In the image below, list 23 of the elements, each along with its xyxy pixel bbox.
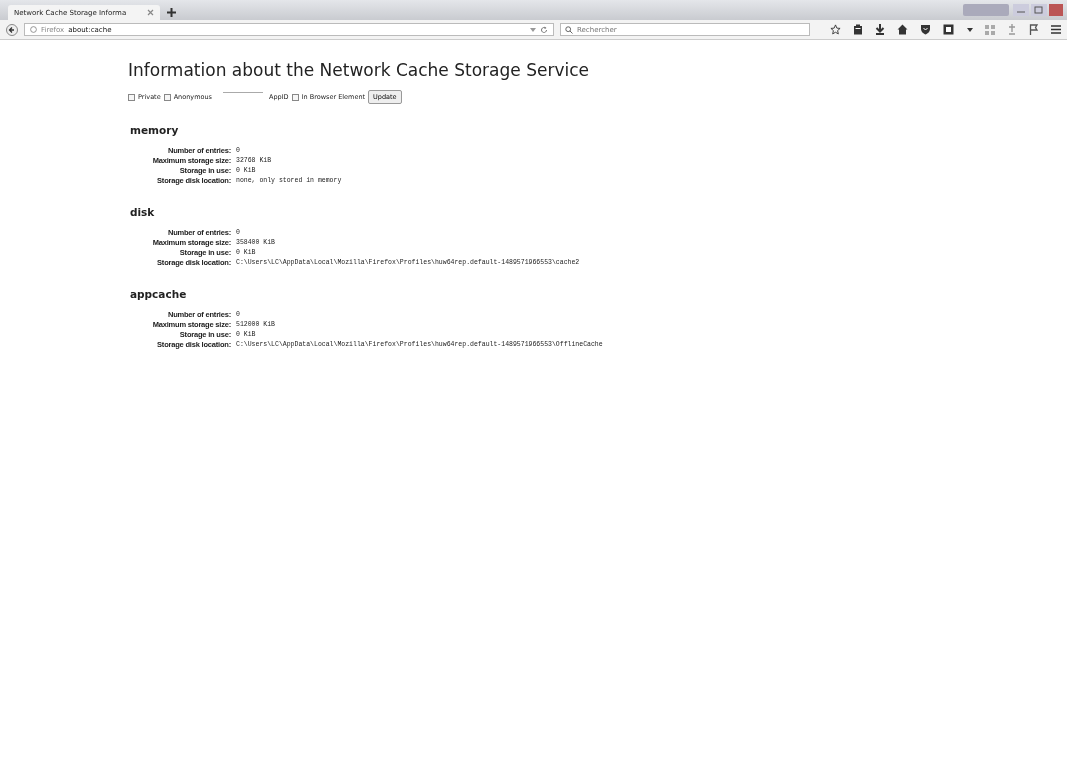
flag-icon[interactable] — [1028, 24, 1039, 35]
new-tab-icon[interactable] — [166, 7, 177, 18]
close-icon[interactable] — [147, 9, 154, 16]
section-heading: appcache — [130, 288, 188, 300]
download-icon[interactable] — [875, 24, 886, 35]
checkbox[interactable] — [128, 93, 135, 101]
checkbox[interactable] — [291, 93, 299, 101]
checkbox[interactable] — [163, 93, 171, 101]
section-heading: memory — [130, 124, 180, 136]
back-icon[interactable] — [6, 23, 18, 36]
page-title: Information about the Network Cache Storage Service — [128, 60, 590, 80]
shield-icon[interactable] — [920, 24, 932, 35]
square-icon[interactable] — [943, 24, 955, 35]
search-icon — [565, 25, 573, 34]
menu-icon[interactable] — [1050, 25, 1061, 34]
globe-icon — [30, 26, 37, 33]
clipboard-icon[interactable] — [853, 24, 864, 35]
section-heading: disk — [130, 206, 156, 218]
window-controls-drawing[interactable] — [963, 3, 1063, 17]
dropdown-icon[interactable] — [966, 27, 973, 32]
star-icon[interactable] — [830, 24, 841, 35]
reload-icon[interactable] — [540, 25, 548, 34]
home-icon[interactable] — [897, 24, 909, 35]
